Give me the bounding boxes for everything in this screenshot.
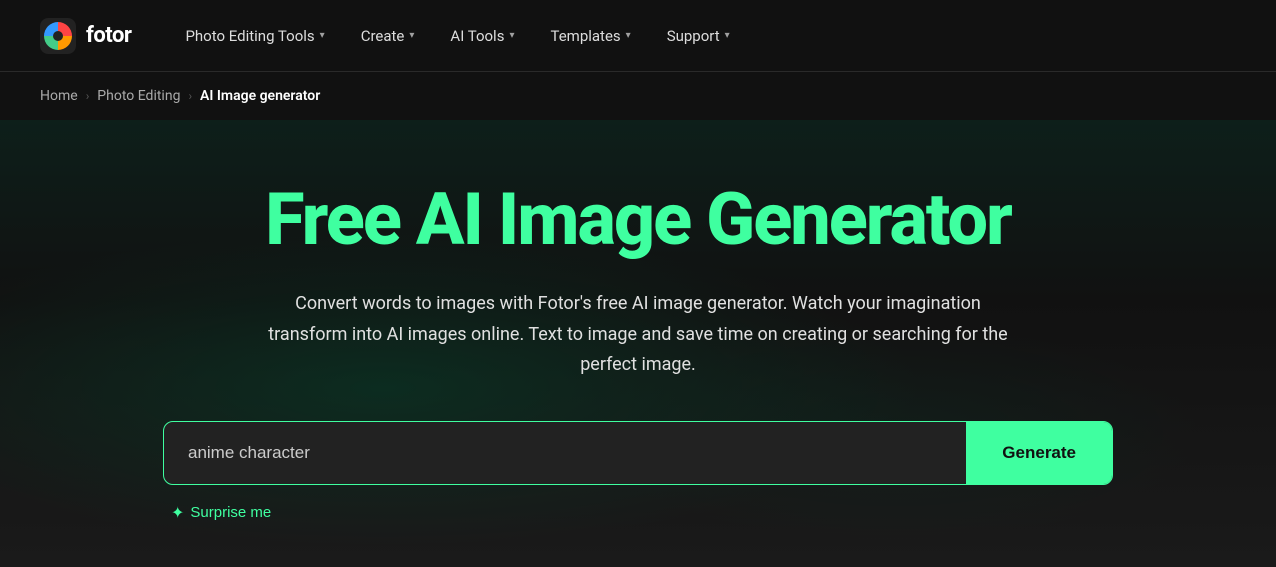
breadcrumb: Home › Photo Editing › AI Image generato… xyxy=(0,72,1276,120)
logo-icon xyxy=(40,18,76,54)
nav-item-templates[interactable]: Templates ▾ xyxy=(536,19,644,53)
breadcrumb-photo-editing[interactable]: Photo Editing xyxy=(97,88,180,104)
logo[interactable]: fotor xyxy=(40,18,131,54)
chevron-down-icon-support: ▾ xyxy=(725,30,730,41)
search-container: Generate ✦ Surprise me xyxy=(163,421,1113,527)
nav-item-ai-tools[interactable]: AI Tools ▾ xyxy=(436,19,528,53)
nav-item-create[interactable]: Create ▾ xyxy=(347,19,429,53)
surprise-me-button[interactable]: ✦ Surprise me xyxy=(163,499,279,527)
chevron-down-icon-templates: ▾ xyxy=(626,30,631,41)
chevron-down-icon-ai-tools: ▾ xyxy=(509,30,514,41)
nav-items: Photo Editing Tools ▾ Create ▾ AI Tools … xyxy=(171,19,1236,53)
nav-label-ai-tools: AI Tools xyxy=(450,27,504,45)
breadcrumb-home[interactable]: Home xyxy=(40,88,78,104)
navigation: fotor Photo Editing Tools ▾ Create ▾ AI … xyxy=(0,0,1276,72)
nav-item-support[interactable]: Support ▾ xyxy=(653,19,744,53)
generate-button[interactable]: Generate xyxy=(966,422,1112,484)
main-content: Free AI Image Generator Convert words to… xyxy=(0,120,1276,567)
nav-label-templates: Templates xyxy=(550,27,620,45)
chevron-down-icon-photo-editing: ▾ xyxy=(320,30,325,41)
nav-label-photo-editing-tools: Photo Editing Tools xyxy=(185,27,314,45)
logo-text: fotor xyxy=(86,23,131,48)
nav-label-support: Support xyxy=(667,27,720,45)
sparkle-icon: ✦ xyxy=(171,503,184,523)
surprise-me-label: Surprise me xyxy=(190,504,271,521)
nav-item-photo-editing-tools[interactable]: Photo Editing Tools ▾ xyxy=(171,19,338,53)
prompt-input[interactable] xyxy=(164,422,966,484)
nav-label-create: Create xyxy=(361,27,405,45)
breadcrumb-current: AI Image generator xyxy=(200,88,320,104)
breadcrumb-sep-2: › xyxy=(188,89,192,103)
hero-subtitle: Convert words to images with Fotor's fre… xyxy=(258,289,1018,381)
hero-title: Free AI Image Generator xyxy=(265,180,1011,259)
search-box: Generate xyxy=(163,421,1113,485)
breadcrumb-sep-1: › xyxy=(86,89,90,103)
chevron-down-icon-create: ▾ xyxy=(409,30,414,41)
